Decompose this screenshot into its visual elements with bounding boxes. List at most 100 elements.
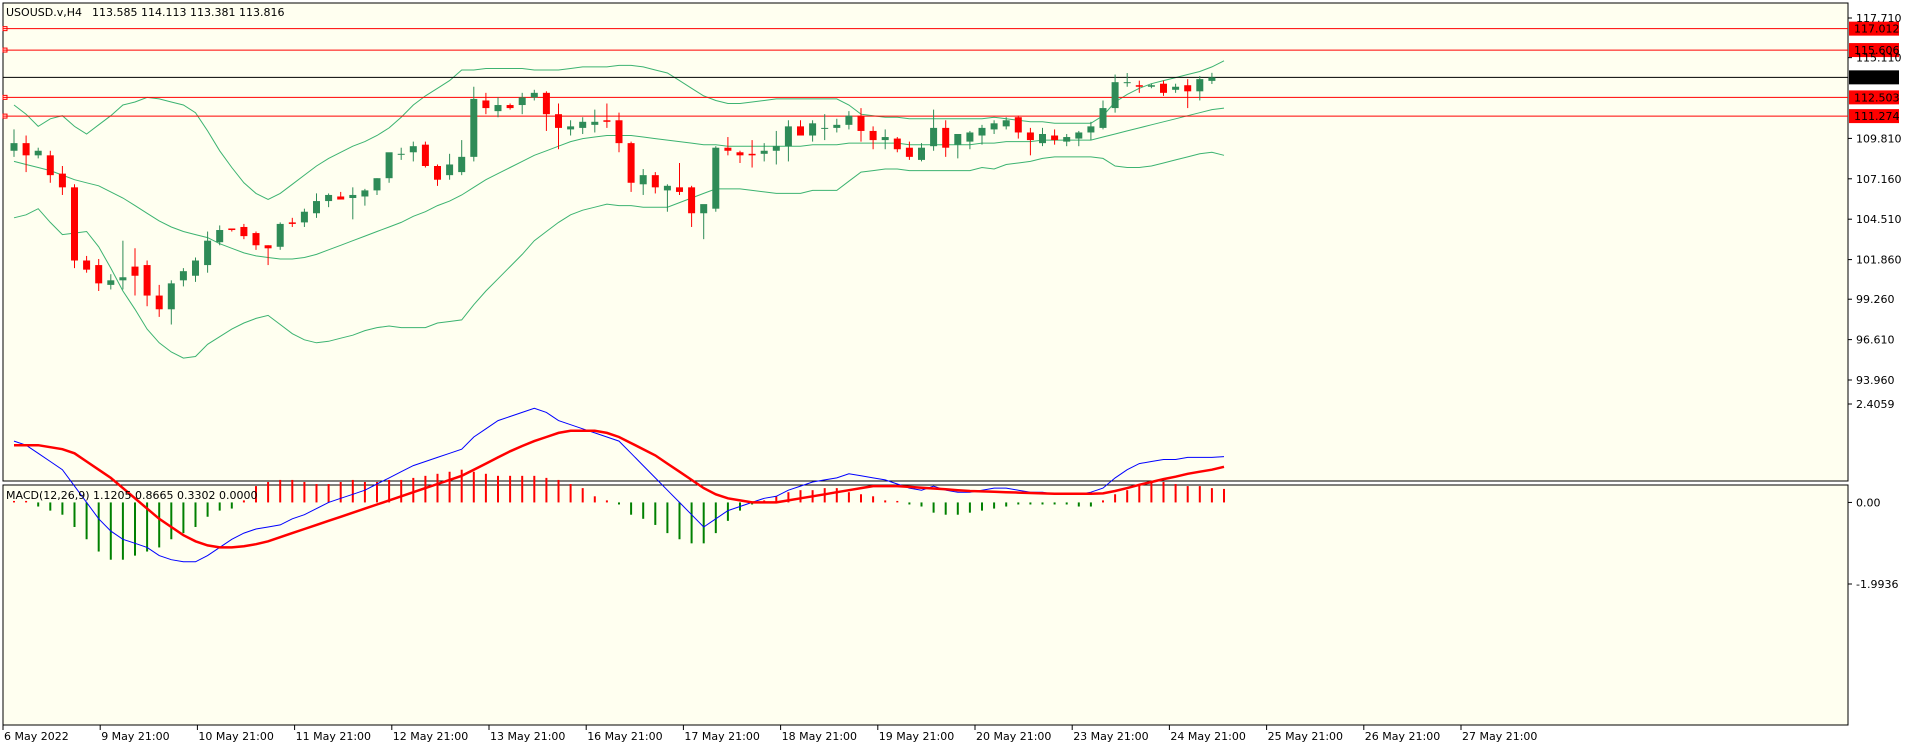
candle-body [95, 265, 103, 284]
candle-body [772, 146, 780, 151]
time-tick-label: 20 May 21:00 [976, 730, 1051, 743]
candle-body [107, 280, 115, 285]
candle-body [337, 196, 345, 200]
candle-body [349, 194, 357, 199]
candle-body [663, 185, 671, 191]
candle-body [300, 211, 308, 223]
candle-body [688, 187, 696, 214]
candle-body [167, 283, 175, 310]
candle-body [34, 150, 42, 156]
candle-body [615, 120, 623, 144]
candle-body [83, 260, 91, 270]
ohlc-readout: 113.585 114.113 113.381 113.816 [92, 6, 284, 19]
candle-body [639, 175, 647, 185]
candle-body [676, 187, 683, 192]
candle-body [1147, 85, 1155, 87]
candle-body [397, 153, 405, 155]
candle-body [845, 115, 853, 125]
candle-body [954, 133, 962, 145]
candle-body [797, 126, 804, 136]
candle-body [893, 138, 901, 150]
time-tick-label: 24 May 21:00 [1170, 730, 1245, 743]
candle-body [748, 153, 756, 156]
candle-body [869, 130, 877, 141]
candle-body [1002, 120, 1010, 127]
candle-body [905, 147, 913, 157]
price-tick-label: 96.610 [1856, 334, 1895, 347]
price-tick-label: 101.860 [1856, 254, 1902, 267]
macd-pane[interactable] [2, 484, 1849, 726]
candle-body [131, 266, 139, 276]
candle-body [627, 143, 635, 183]
candle-body [1123, 82, 1131, 84]
candle-body [555, 114, 562, 128]
candle-body [434, 166, 441, 180]
candle-body [724, 147, 732, 151]
candle-body [373, 178, 381, 191]
candle-body [421, 144, 429, 167]
candle-body [470, 98, 478, 157]
candle-body [482, 100, 490, 109]
candle-body [579, 121, 587, 128]
candle-body [978, 127, 986, 136]
current-price-label: 113.816 [1854, 71, 1900, 84]
price-tick-label: 109.810 [1856, 132, 1902, 145]
candle-body [71, 187, 78, 261]
candle-body [385, 152, 393, 179]
candle-body [1099, 108, 1107, 128]
candle-body [494, 105, 502, 112]
time-tick-label: 13 May 21:00 [490, 730, 565, 743]
candle-body [736, 152, 744, 156]
candle-body [1172, 86, 1180, 90]
price-tick-label: 104.510 [1856, 213, 1902, 226]
candle-body [857, 115, 865, 131]
candle-body [1111, 82, 1119, 109]
candle-body [1075, 132, 1083, 139]
candle-body [1014, 117, 1022, 133]
macd-header: MACD(12,26,9) 1.1205 0.8665 0.3302 0.000… [6, 489, 258, 502]
candle-body [179, 271, 187, 281]
candle-body [276, 223, 284, 247]
level-label: 111.274 [1854, 110, 1900, 123]
candle-body [409, 146, 417, 153]
candle-body [809, 123, 817, 136]
candle-body [10, 143, 18, 151]
candle-body [22, 143, 30, 156]
time-tick-label: 19 May 21:00 [879, 730, 954, 743]
candle-body [446, 164, 454, 176]
candle-body [821, 127, 829, 129]
candle-body [530, 92, 538, 98]
candle-body [1063, 137, 1071, 142]
candle-body [760, 150, 768, 154]
candle-body [1160, 83, 1167, 93]
macd-tick-label: 2.4059 [1856, 398, 1895, 411]
time-tick-label: 11 May 21:00 [296, 730, 371, 743]
candle-body [288, 222, 296, 224]
candle-body [567, 126, 575, 130]
candle-body [204, 240, 212, 266]
candle-body [591, 121, 599, 125]
time-tick-label: 12 May 21:00 [393, 730, 468, 743]
trading-chart[interactable]: 117.012115.606112.503111.274113.816 117.… [0, 0, 1916, 747]
candle-body [966, 132, 974, 142]
candle-body [119, 277, 127, 281]
time-tick-label: 25 May 21:00 [1268, 730, 1343, 743]
candle-body [506, 105, 514, 109]
candle-body [46, 155, 54, 176]
candle-body [1026, 132, 1034, 141]
candle-body [918, 147, 925, 160]
candle-body [313, 201, 320, 214]
candle-body [1184, 85, 1192, 92]
time-tick-label: 9 May 21:00 [101, 730, 169, 743]
candle-body [990, 123, 998, 130]
candle-body [1087, 126, 1095, 133]
candle-body [1051, 135, 1059, 141]
candle-body [833, 124, 841, 128]
level-label: 112.503 [1854, 91, 1900, 104]
price-tick-label: 93.960 [1856, 374, 1895, 387]
candle-body [264, 245, 272, 249]
time-tick-label: 10 May 21:00 [198, 730, 273, 743]
candle-body [603, 120, 611, 122]
candle-body [155, 295, 163, 310]
candle-body [712, 147, 720, 209]
